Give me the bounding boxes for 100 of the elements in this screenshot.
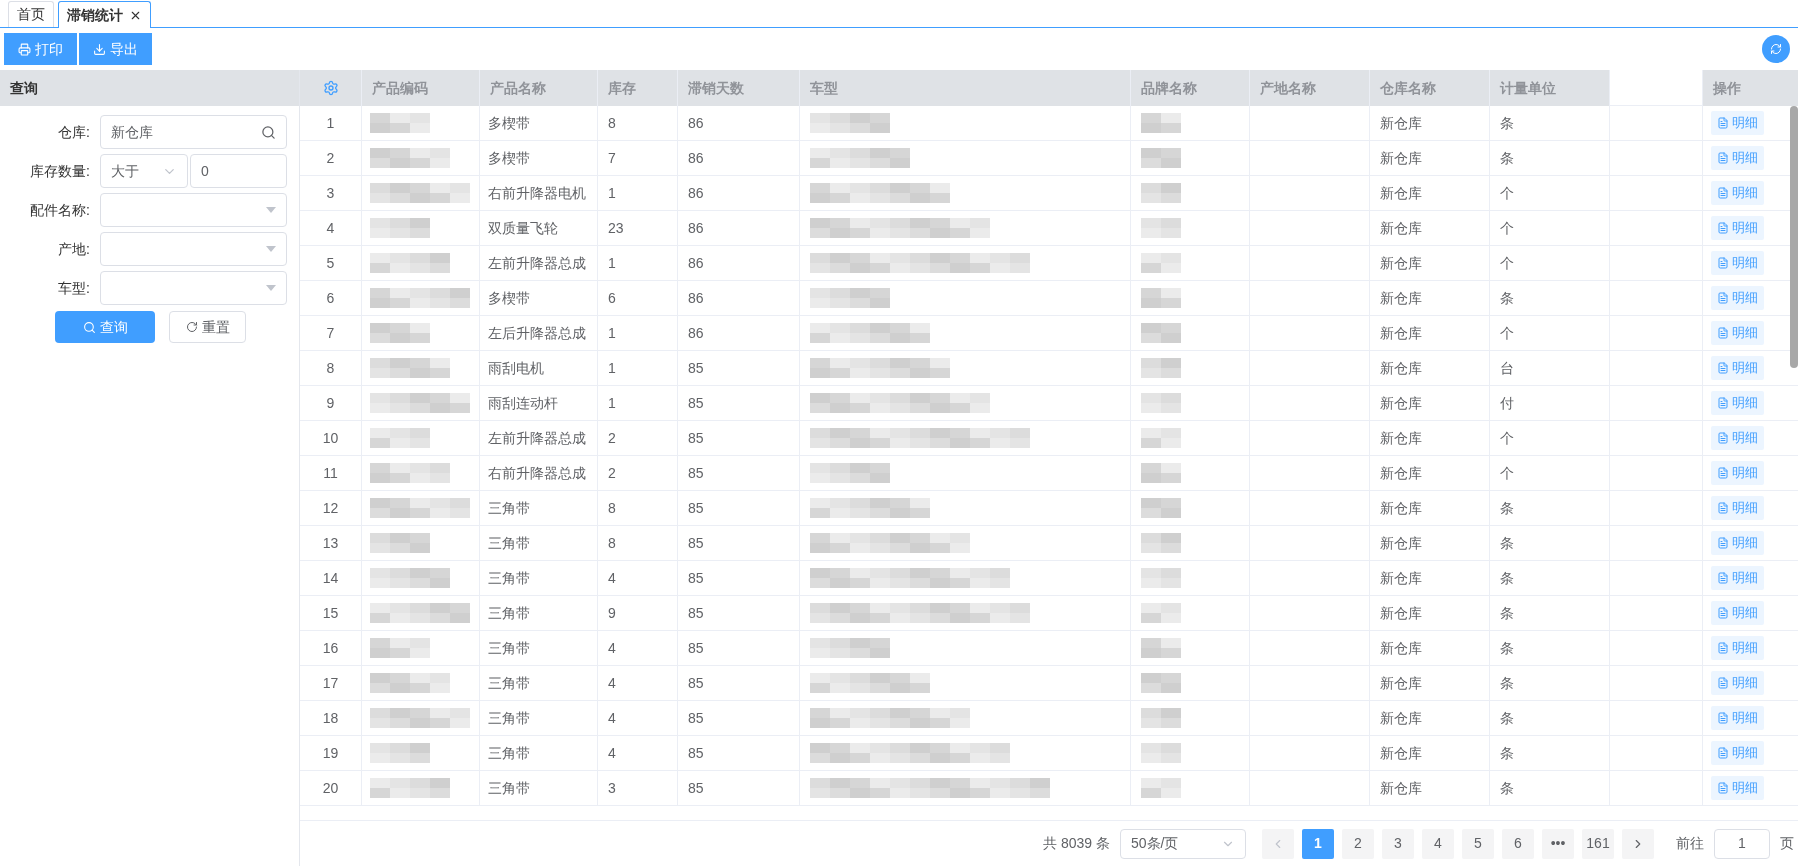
quantity-field[interactable]: 0 [190,154,287,188]
page-button[interactable]: 161 [1582,828,1614,859]
query-button[interactable]: 查询 [55,311,155,343]
page-button[interactable]: ••• [1542,828,1574,859]
detail-button[interactable]: 明细 [1711,601,1764,625]
detail-button[interactable]: 明细 [1711,181,1764,205]
select-field[interactable] [100,232,287,266]
field-label: 库存数量: [29,161,90,181]
table-cell: 86 [678,211,800,245]
detail-button[interactable]: 明细 [1711,111,1764,135]
table-cell: 左前升降器总成 [480,246,598,280]
search-icon [261,124,276,140]
table-cell: 1 [598,316,678,350]
tab[interactable]: 首页 [8,1,54,27]
table-cell: 86 [678,246,800,280]
select-field[interactable] [100,193,287,227]
table-cell: 条 [1490,771,1610,805]
table-cell: 新仓库 [1370,106,1490,140]
redaction-mosaic [370,533,430,553]
table-cell: 条 [1490,561,1610,595]
page-button[interactable]: 4 [1422,828,1454,859]
caret-icon [266,246,276,252]
detail-button[interactable]: 明细 [1711,461,1764,485]
column-header: 产品名称 [480,70,598,106]
detail-button[interactable]: 明细 [1711,496,1764,520]
field-label: 车型: [57,278,90,298]
detail-button[interactable]: 明细 [1711,566,1764,590]
page-suffix: 页 [1780,834,1794,853]
table-cell: 85 [678,701,800,735]
table-cell: 4 [598,561,678,595]
table-cell: 个 [1490,211,1610,245]
tab[interactable]: 滞销统计 [58,1,151,28]
detail-button[interactable]: 明细 [1711,356,1764,380]
page-button[interactable]: 1 [1302,828,1334,859]
table-cell: 23 [598,211,678,245]
redaction-mosaic [1141,743,1181,763]
search-icon [82,320,96,334]
goto-page-field[interactable]: 1 [1714,828,1770,859]
table-cell: 新仓库 [1370,596,1490,630]
field-label: 仓库: [57,122,90,142]
redaction-mosaic [1141,568,1181,588]
table-cell: 个 [1490,316,1610,350]
detail-button[interactable]: 明细 [1711,671,1764,695]
redaction-mosaic [1141,708,1181,728]
table-cell: 1 [598,246,678,280]
row-number: 14 [300,561,362,595]
warehouse-field[interactable]: 新仓库 [100,115,287,149]
table-cell: 86 [678,281,800,315]
table-cell: 85 [678,386,800,420]
row-number: 15 [300,596,362,630]
page-button[interactable]: 3 [1382,828,1414,859]
document-icon [1717,467,1729,479]
detail-button[interactable]: 明细 [1711,391,1764,415]
table-cell: 86 [678,316,800,350]
table-cell: 86 [678,141,800,175]
field-label: 配件名称: [29,200,90,220]
table-cell: 条 [1490,526,1610,560]
detail-button[interactable]: 明细 [1711,426,1764,450]
detail-button[interactable]: 明细 [1711,741,1764,765]
page-button[interactable]: 2 [1342,828,1374,859]
table-cell: 三角带 [480,491,598,525]
detail-button[interactable]: 明细 [1711,146,1764,170]
panel-title: 查询 [0,70,299,106]
detail-button[interactable]: 明细 [1711,776,1764,800]
settings-icon[interactable] [322,80,339,96]
page-button[interactable]: 6 [1502,828,1534,859]
redaction-mosaic [1141,638,1181,658]
operator-select[interactable]: 大于 [100,154,188,188]
redaction-mosaic [370,428,430,448]
document-icon [1717,747,1729,759]
page-button[interactable]: 5 [1462,828,1494,859]
table-cell: 85 [678,736,800,770]
next-page-button[interactable] [1622,828,1654,859]
detail-button[interactable]: 明细 [1711,286,1764,310]
table-cell: 个 [1490,246,1610,280]
export-button[interactable]: 导出 [79,33,152,65]
detail-button[interactable]: 明细 [1711,251,1764,275]
prev-page-button[interactable] [1262,828,1294,859]
document-icon [1717,712,1729,724]
detail-button[interactable]: 明细 [1711,321,1764,345]
scrollbar[interactable] [1790,106,1798,368]
redaction-mosaic [370,743,430,763]
table-cell: 多楔带 [480,281,598,315]
table-cell: 个 [1490,421,1610,455]
table-cell: 条 [1490,701,1610,735]
refresh-button[interactable] [1762,35,1790,63]
reset-button[interactable]: 重置 [169,311,246,343]
table-cell: 新仓库 [1370,701,1490,735]
print-button[interactable]: 打印 [4,33,77,65]
select-field[interactable] [100,271,287,305]
detail-button[interactable]: 明细 [1711,706,1764,730]
redaction-mosaic [1141,113,1181,133]
detail-button[interactable]: 明细 [1711,216,1764,240]
column-header: 产地名称 [1250,70,1370,106]
detail-button[interactable]: 明细 [1711,636,1764,660]
row-number: 3 [300,176,362,210]
page-size-select[interactable]: 50条/页 [1120,828,1246,859]
table-cell: 4 [598,666,678,700]
table-cell: 85 [678,561,800,595]
detail-button[interactable]: 明细 [1711,531,1764,555]
